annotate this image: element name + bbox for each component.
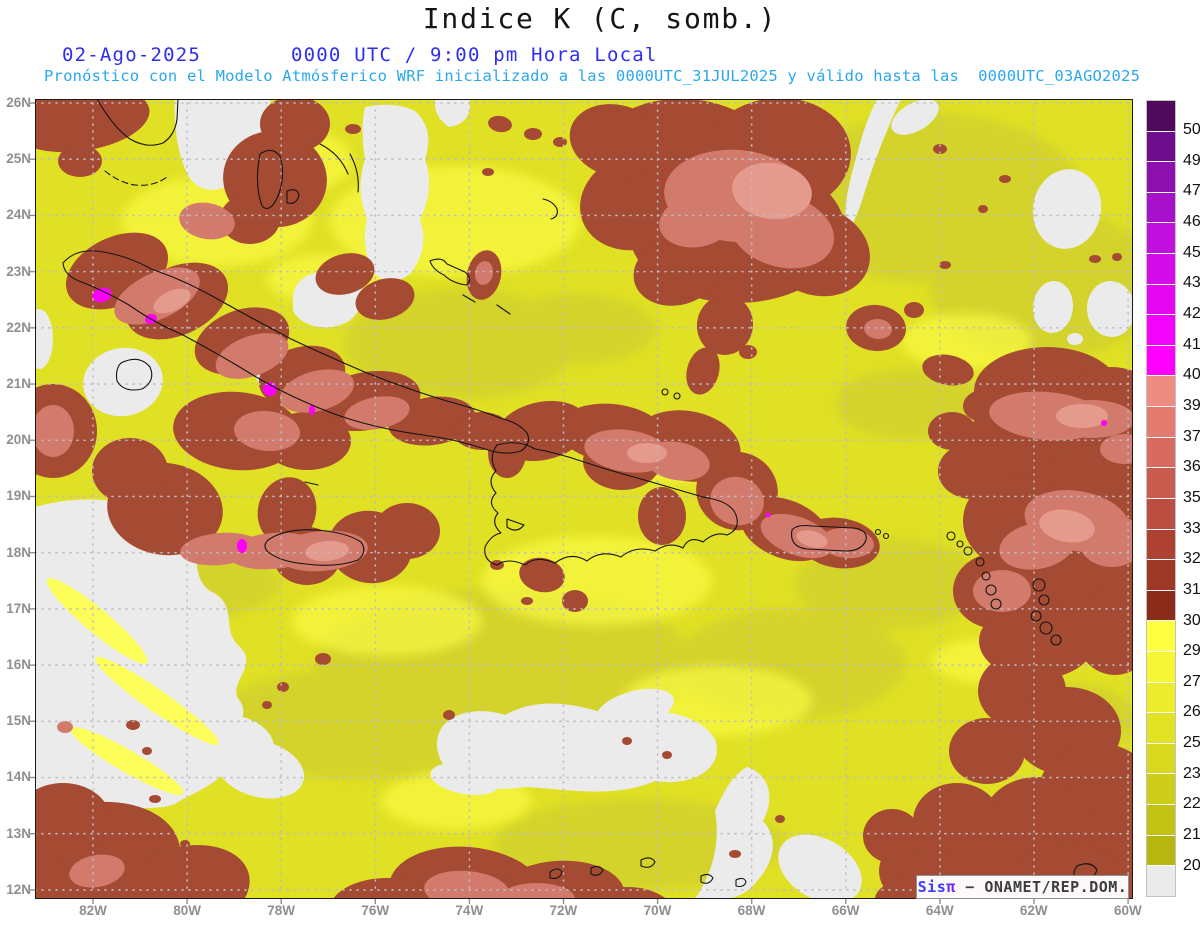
colorbar-segment [1147,805,1175,835]
colorbar-tick-label: 22.6 [1183,795,1200,813]
lat-tick-label: 17N [6,600,31,616]
colorbar-segment [1147,621,1175,651]
lat-tick-label: 15N [6,713,31,729]
colorbar-tick-label: 49.1 [1183,151,1200,169]
attribution-org-label: ONAMET/REP.DOM. [984,878,1128,896]
colorbar-segments [1147,101,1175,896]
lat-tick-label: 26N [6,95,31,110]
forecast-map [29,99,1133,904]
colorbar-segment [1147,376,1175,407]
attribution-sys-label: Sis [917,878,947,896]
colorbar-tick-label: 36.5 [1183,458,1200,476]
lat-tick-label: 13N [6,825,31,841]
colorbar-segment [1147,590,1175,621]
lon-tick-label: 70W [643,903,672,918]
lon-tick-label: 64W [925,903,954,918]
lon-tick-label: 74W [455,903,484,918]
lat-tick-label: 12N [6,881,31,897]
forecast-time: 0000 UTC / 9:00 pm Hora Local [291,44,658,66]
colorbar-tick-label: 40 [1183,366,1200,384]
attribution-box: Sis π − ONAMET/REP.DOM. [916,875,1129,899]
colorbar-tick-label: 32.6 [1183,550,1200,568]
colorbar-tick-label: 23.9 [1183,764,1200,782]
colorbar-segment [1147,437,1175,468]
lon-tick-label: 76W [361,903,390,918]
lat-tick-label: 14N [6,769,31,785]
lat-tick-label: 24N [6,207,31,223]
colorbar-tick-label: 43.9 [1183,274,1200,292]
colorbar-segment [1147,529,1175,560]
latitude-axis: 26N 25N 24N 23N 22N 21N 20N 19N 18N 17N 16N 15N 14N 1… [0,95,31,898]
colorbar-tick-label: 20 [1183,856,1200,874]
lat-tick-label: 25N [6,151,31,167]
colorbar-segment [1147,162,1175,192]
lon-tick-label: 72W [549,903,578,918]
colorbar-segment [1147,835,1175,866]
colorbar-segment [1147,407,1175,437]
colorbar-tick-label: 25.2 [1183,734,1200,752]
colorbar-segment [1147,223,1175,254]
page-title: Indice K (C, somb.) [422,2,778,35]
colorbar-segment [1147,498,1175,529]
lon-tick-label: 68W [737,903,766,918]
colorbar-tick-label: 33.9 [1183,519,1200,537]
lon-tick-label: 78W [267,903,296,918]
colorbar-segment [1147,560,1175,590]
colorbar-segment [1147,713,1175,743]
colorbar-segment [1147,101,1175,131]
forecast-date: 02-Ago-2025 [62,44,202,66]
longitude-axis: 82W 80W 78W 76W 74W 72W 70W 68W 66W 64W 62W 60W [73,903,1148,919]
colorbar-segment [1147,743,1175,774]
colorbar-segment [1147,468,1175,498]
colorbar-segment [1147,192,1175,223]
colorbar-tick-label: 47.8 [1183,182,1200,200]
colorbar-segment [1147,682,1175,713]
colorbar-tick-label: 37.8 [1183,427,1200,445]
lat-tick-label: 23N [6,263,31,279]
colorbar-segment [1147,254,1175,284]
attribution-separator: − [955,878,985,896]
colorbar-tick-label: 45.2 [1183,243,1200,261]
lon-tick-label: 66W [831,903,860,918]
colorbar-tick-label: 41.3 [1183,335,1200,353]
colorbar-segment [1147,774,1175,805]
colorbar-tick-label: 30 [1183,611,1200,629]
colorbar-tick-label: 27.8 [1183,672,1200,690]
colorbar-segment [1147,315,1175,345]
lon-tick-label: 82W [79,903,107,918]
colorbar-tick-label: 50 [1183,121,1200,138]
lat-tick-label: 21N [6,376,31,392]
lon-tick-label: 80W [173,903,201,918]
colorbar-tick-label: 26.5 [1183,703,1200,721]
colorbar-tick-label: 29.1 [1183,642,1200,660]
kindex-forecast-page: Indice K (C, somb.) 02-Ago-2025 0000 UTC… [0,0,1200,927]
lat-tick-label: 20N [6,432,31,448]
colorbar-segment [1147,866,1175,896]
colorbar-tick-label: 46.5 [1183,212,1200,230]
lat-tick-label: 18N [6,544,31,560]
colorbar-tick-label: 21.3 [1183,826,1200,844]
colorbar-segment [1147,284,1175,315]
colorbar-segment [1147,345,1175,376]
lon-tick-label: 60W [1113,903,1142,918]
model-info-line: Pronóstico con el Modelo Atmósferico WRF… [44,67,1141,85]
lat-tick-label: 22N [6,319,31,335]
lat-tick-label: 19N [6,488,31,504]
colorbar-segment [1147,651,1175,682]
attribution-pi-icon: π [946,878,956,896]
colorbar-labels: 50 49.1 47.8 46.5 45.2 43.9 42.6 41.3 40 39.1 37.8… [1183,121,1200,875]
colorbar [1146,100,1176,897]
colorbar-tick-label: 42.6 [1183,304,1200,322]
colorbar-tick-label: 31.3 [1183,580,1200,598]
colorbar-tick-label: 39.1 [1183,396,1200,414]
datetime-line: 02-Ago-2025 0000 UTC / 9:00 pm Hora Loca… [0,44,1200,66]
lon-tick-label: 62W [1019,903,1048,918]
lat-tick-label: 16N [6,657,31,673]
colorbar-segment [1147,131,1175,162]
colorbar-tick-label: 35.2 [1183,488,1200,506]
